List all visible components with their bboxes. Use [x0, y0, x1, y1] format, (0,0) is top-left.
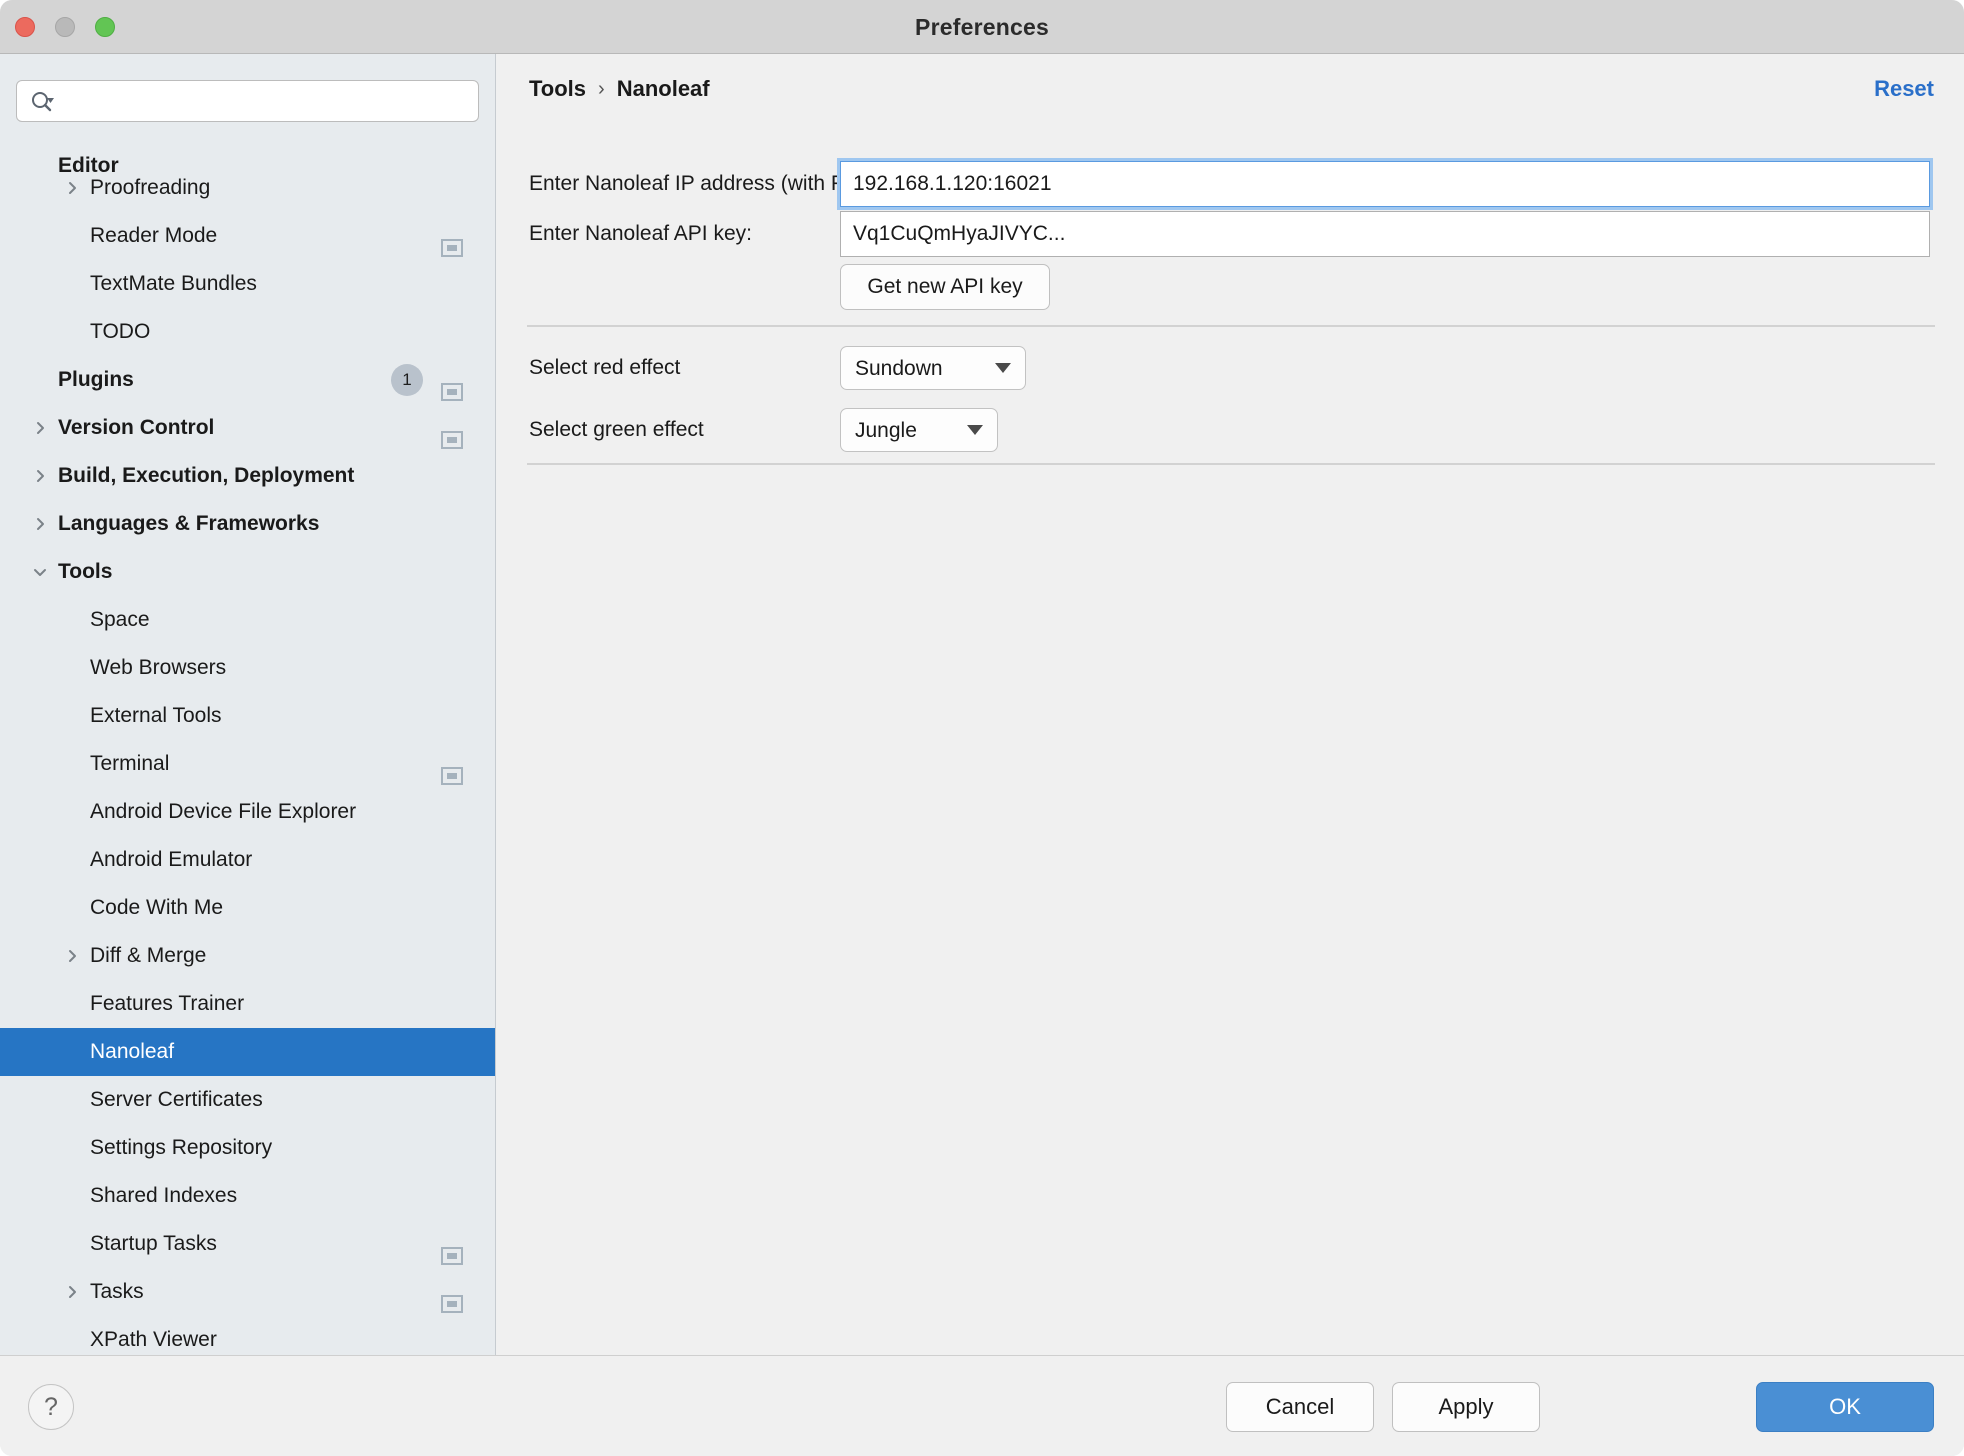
- chevron-down-icon[interactable]: [30, 548, 50, 596]
- sidebar-item-shared-indexes[interactable]: Shared Indexes: [0, 1172, 495, 1220]
- green-effect-label: Select green effect: [529, 418, 704, 441]
- sidebar-item-reader-mode[interactable]: Reader Mode: [0, 212, 495, 260]
- sidebar-item-label: Build, Execution, Deployment: [58, 464, 355, 487]
- api-key-row: Enter Nanoleaf API key:: [497, 210, 1964, 258]
- sidebar-item-nanoleaf[interactable]: Nanoleaf: [0, 1028, 495, 1076]
- cancel-button[interactable]: Cancel: [1226, 1382, 1374, 1432]
- search-icon: [31, 91, 55, 113]
- green-effect-row: Select green effect Jungle: [497, 406, 1964, 454]
- dialog-footer: ? Cancel Apply OK: [0, 1355, 1964, 1456]
- sidebar-item-label: Languages & Frameworks: [58, 512, 320, 535]
- chevron-right-icon[interactable]: [62, 932, 82, 980]
- chevron-right-icon[interactable]: [62, 1268, 82, 1316]
- sidebar-item-features-trainer[interactable]: Features Trainer: [0, 980, 495, 1028]
- search-field-wrapper: [16, 80, 479, 122]
- sidebar-item-label: Android Emulator: [90, 848, 253, 871]
- sidebar-item-terminal[interactable]: Terminal: [0, 740, 495, 788]
- sidebar-item-code-with-me[interactable]: Code With Me: [0, 884, 495, 932]
- sidebar-item-label: Version Control: [58, 416, 215, 439]
- sidebar-item-server-certificates[interactable]: Server Certificates: [0, 1076, 495, 1124]
- get-new-api-key-button[interactable]: Get new API key: [840, 264, 1050, 310]
- sidebar-item-label: Tools: [58, 560, 113, 583]
- sidebar-item-label: Reader Mode: [90, 224, 218, 247]
- sidebar-item-space[interactable]: Space: [0, 596, 495, 644]
- sidebar-item-textmate-bundles[interactable]: TextMate Bundles: [0, 260, 495, 308]
- project-settings-icon: [441, 1283, 463, 1313]
- project-settings-icon: [441, 227, 463, 257]
- sidebar-item-label: Server Certificates: [90, 1088, 263, 1111]
- sidebar-item-label: Settings Repository: [90, 1136, 273, 1159]
- green-effect-value: Jungle: [855, 419, 917, 442]
- ip-address-row: Enter Nanoleaf IP address (with PORT):: [497, 160, 1964, 208]
- sidebar-item-settings-repository[interactable]: Settings Repository: [0, 1124, 495, 1172]
- sidebar-item-build-execution-deployment[interactable]: Build, Execution, Deployment: [0, 452, 495, 500]
- chevron-right-icon[interactable]: [30, 500, 50, 548]
- sidebar-item-label: Code With Me: [90, 896, 224, 919]
- sidebar-item-label: Space: [90, 608, 150, 631]
- chevron-down-icon: [967, 425, 983, 435]
- sidebar-item-xpath-viewer[interactable]: XPath Viewer: [0, 1316, 495, 1355]
- breadcrumb-current: Nanoleaf: [616, 76, 710, 101]
- red-effect-label: Select red effect: [529, 356, 681, 379]
- sidebar-item-android-device-file-explorer[interactable]: Android Device File Explorer: [0, 788, 495, 836]
- sidebar-item-label: Startup Tasks: [90, 1232, 217, 1255]
- sidebar-item-web-browsers[interactable]: Web Browsers: [0, 644, 495, 692]
- sidebar-item-tools[interactable]: Tools: [0, 548, 495, 596]
- chevron-down-icon: [995, 363, 1011, 373]
- red-effect-select[interactable]: Sundown: [840, 346, 1026, 390]
- red-effect-row: Select red effect Sundown: [497, 344, 1964, 392]
- section-divider-top: [527, 325, 1935, 327]
- api-key-input[interactable]: [840, 211, 1930, 257]
- sidebar-item-version-control[interactable]: Version Control: [0, 404, 495, 452]
- chevron-right-icon[interactable]: [30, 452, 50, 500]
- window-title: Preferences: [915, 14, 1049, 40]
- sidebar-item-proofreading[interactable]: Proofreading: [0, 164, 495, 212]
- project-settings-icon: [441, 1235, 463, 1265]
- green-effect-select[interactable]: Jungle: [840, 408, 998, 452]
- search-input[interactable]: [63, 81, 468, 121]
- sidebar-item-label: TextMate Bundles: [90, 272, 257, 295]
- sidebar-item-label: Android Device File Explorer: [90, 800, 357, 823]
- apply-button[interactable]: Apply: [1392, 1382, 1540, 1432]
- project-settings-icon: [441, 371, 463, 401]
- sidebar-item-label: Shared Indexes: [90, 1184, 238, 1207]
- breadcrumb-parent[interactable]: Tools: [529, 76, 586, 102]
- settings-sidebar: Editor Proofreading Reader Mode TextMate Bu…: [0, 54, 496, 1355]
- ip-address-input[interactable]: [840, 161, 1930, 207]
- sidebar-item-plugins[interactable]: Plugins 1: [0, 356, 495, 404]
- breadcrumb: Tools › Nanoleaf: [529, 76, 710, 102]
- sidebar-item-external-tools[interactable]: External Tools: [0, 692, 495, 740]
- sidebar-item-android-emulator[interactable]: Android Emulator: [0, 836, 495, 884]
- sidebar-item-languages-frameworks[interactable]: Languages & Frameworks: [0, 500, 495, 548]
- help-button[interactable]: ?: [28, 1384, 74, 1430]
- section-divider-bottom: [527, 463, 1935, 465]
- project-settings-icon: [441, 419, 463, 449]
- sidebar-item-label: External Tools: [90, 704, 222, 727]
- sidebar-item-label: Nanoleaf: [90, 1040, 175, 1063]
- main-panel: Tools › Nanoleaf Reset Enter Nanoleaf IP…: [497, 54, 1964, 1355]
- ok-button[interactable]: OK: [1756, 1382, 1934, 1432]
- settings-tree: Editor Proofreading Reader Mode TextMate Bu…: [0, 142, 495, 1355]
- sidebar-item-tasks[interactable]: Tasks: [0, 1268, 495, 1316]
- preferences-window: Preferences Editor Proofreading Reader Mod…: [0, 0, 1964, 1456]
- api-key-label: Enter Nanoleaf API key:: [529, 222, 752, 245]
- project-settings-icon: [441, 755, 463, 785]
- red-effect-value: Sundown: [855, 357, 943, 380]
- sidebar-item-todo[interactable]: TODO: [0, 308, 495, 356]
- search-box[interactable]: [16, 80, 479, 122]
- sidebar-item-label: Terminal: [90, 752, 170, 775]
- sidebar-item-label: TODO: [90, 320, 151, 343]
- chevron-right-icon[interactable]: [62, 164, 82, 212]
- sidebar-item-diff-merge[interactable]: Diff & Merge: [0, 932, 495, 980]
- sidebar-item-startup-tasks[interactable]: Startup Tasks: [0, 1220, 495, 1268]
- chevron-right-icon[interactable]: [30, 404, 50, 452]
- sidebar-item-label: Web Browsers: [90, 656, 227, 679]
- sidebar-item-badge: 1: [391, 364, 423, 396]
- breadcrumb-separator-icon: ›: [598, 77, 605, 100]
- sidebar-item-label: XPath Viewer: [90, 1328, 217, 1351]
- reset-link[interactable]: Reset: [1874, 76, 1934, 102]
- title-bar: Preferences: [0, 0, 1964, 54]
- sidebar-item-label: Features Trainer: [90, 992, 245, 1015]
